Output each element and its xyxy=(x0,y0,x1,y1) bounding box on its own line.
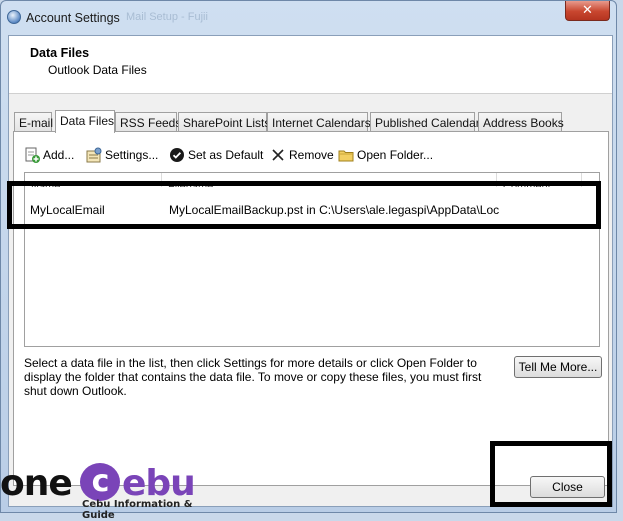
title-bar[interactable]: Account Settings Mail Setup - Fujii ✕ xyxy=(1,1,616,35)
tell-me-more-button[interactable]: Tell Me More... xyxy=(514,356,602,378)
close-icon: ✕ xyxy=(582,2,593,17)
tab-data-files[interactable]: Data Files xyxy=(55,110,115,133)
remove-button[interactable]: Remove xyxy=(270,145,334,165)
dialog-header: Data Files Outlook Data Files xyxy=(9,36,612,94)
checkmark-circle-icon xyxy=(169,147,185,163)
settings-label: Settings... xyxy=(105,148,159,162)
watermark-c-badge: c xyxy=(80,463,120,501)
tab-published-calendars[interactable]: Published Calendars xyxy=(370,112,486,132)
tab-address-books[interactable]: Address Books xyxy=(478,112,564,132)
open-folder-button[interactable]: Open Folder... xyxy=(338,145,433,165)
add-button[interactable]: Add... xyxy=(24,145,74,165)
add-file-icon xyxy=(24,147,40,163)
tab-sharepoint-lists[interactable]: SharePoint Lists xyxy=(178,112,270,132)
watermark-tagline: Cebu Information & Guide xyxy=(82,499,193,521)
open-folder-label: Open Folder... xyxy=(357,148,434,162)
settings-button[interactable]: Settings... xyxy=(86,145,158,165)
account-settings-window: Account Settings Mail Setup - Fujii ✕ Da… xyxy=(0,0,617,513)
add-label: Add... xyxy=(43,148,75,162)
watermark-word-ebu: ebu xyxy=(122,463,196,504)
window-title: Account Settings xyxy=(26,11,120,25)
tab-rss-feeds[interactable]: RSS Feeds xyxy=(115,112,181,132)
header-subtitle: Outlook Data Files xyxy=(48,63,147,77)
tab-internet-calendars[interactable]: Internet Calendars xyxy=(267,112,371,132)
remove-label: Remove xyxy=(289,148,334,162)
window-close-button[interactable]: ✕ xyxy=(565,1,610,21)
outlook-globe-icon xyxy=(7,10,21,24)
tab-email[interactable]: E-mail xyxy=(14,112,53,132)
header-title: Data Files xyxy=(30,46,90,60)
background-window-title: Mail Setup - Fujii xyxy=(126,11,208,23)
close-highlight-box xyxy=(490,441,612,507)
set-as-default-button[interactable]: Set as Default xyxy=(169,145,263,165)
dialog-client: Data Files Outlook Data Files E-mail Dat… xyxy=(8,35,613,507)
watermark-logo: one c ebu Cebu Information & Guide xyxy=(0,463,210,521)
folder-icon xyxy=(338,147,354,163)
set-as-default-label: Set as Default xyxy=(188,148,264,162)
instructions-text: Select a data file in the list, then cli… xyxy=(24,356,482,398)
x-icon xyxy=(270,147,286,163)
row-highlight-box xyxy=(7,181,601,229)
settings-icon xyxy=(86,147,102,163)
watermark-word-one: one xyxy=(0,463,73,504)
